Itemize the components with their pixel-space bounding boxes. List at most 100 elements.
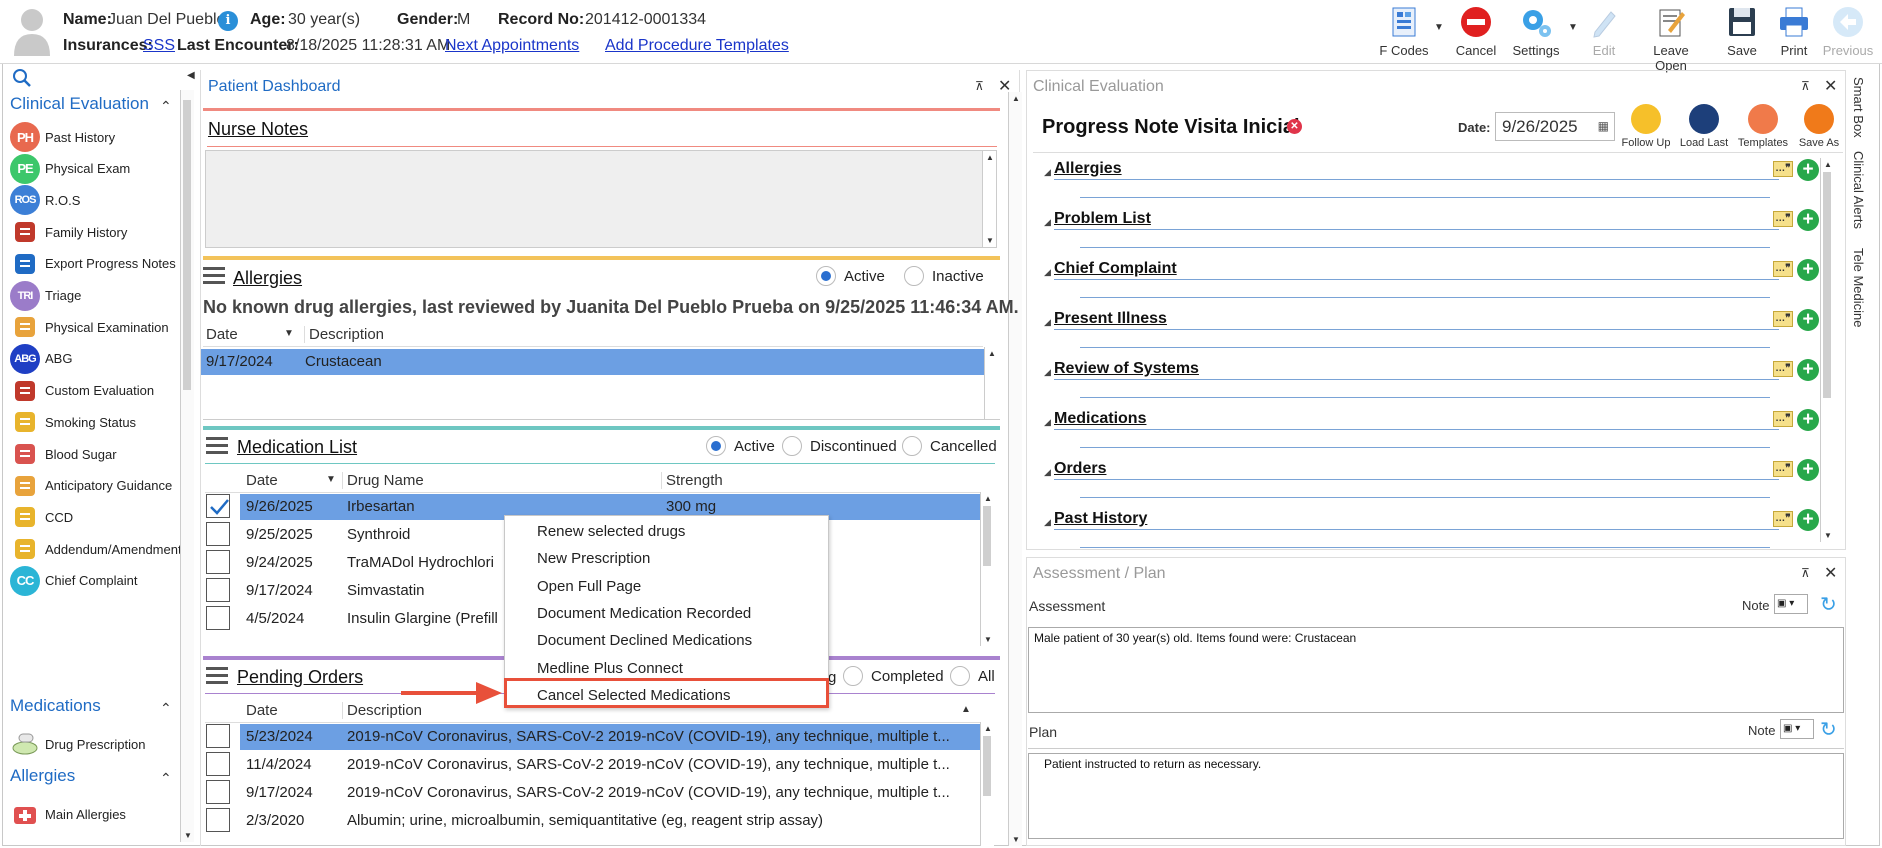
add-icon[interactable]: + <box>1797 159 1819 181</box>
pin-icon[interactable]: ⊼ <box>1801 79 1810 93</box>
sidebar-item-main-allergies[interactable]: Main Allergies <box>10 797 126 831</box>
fcodes-dropdown-icon[interactable]: ▼ <box>1434 22 1444 33</box>
save-as-button[interactable]: Save As <box>1791 104 1847 149</box>
section-title[interactable]: Medications <box>1054 410 1146 428</box>
clinical-evaluation-scrollbar[interactable]: ▲ ▼ <box>1820 158 1834 542</box>
section-orders[interactable]: ◢ Orders <box>1040 457 1779 498</box>
settings-button[interactable]: Settings <box>1505 4 1567 58</box>
quote-icon[interactable]: …❞ <box>1773 411 1793 427</box>
quote-icon[interactable]: …❞ <box>1773 261 1793 277</box>
table-row[interactable]: 11/4/2024 2019-nCoV Coronavirus, SARS-CoV… <box>240 752 980 778</box>
section-title[interactable]: Orders <box>1054 460 1106 478</box>
add-icon[interactable]: + <box>1797 209 1819 231</box>
medication-list-title[interactable]: Medication List <box>237 437 357 458</box>
add-procedure-templates-link[interactable]: Add Procedure Templates <box>605 37 789 55</box>
allergies-menu-icon[interactable] <box>203 267 225 285</box>
section-present-illness[interactable]: ◢ Present Illness <box>1040 307 1779 348</box>
pin-icon[interactable]: ⊼ <box>975 79 984 93</box>
section-title[interactable]: Problem List <box>1054 210 1151 228</box>
date-field[interactable]: 9/26/2025 ▦ <box>1495 112 1615 141</box>
leave-open-button[interactable]: Leave Open <box>1640 4 1702 73</box>
expand-triangle-icon[interactable]: ◢ <box>1044 267 1051 278</box>
menu-item-document-medication-recorded[interactable]: Document Medication Recorded <box>537 605 751 622</box>
dashboard-scrollbar[interactable]: ▲ ▼ <box>1008 92 1022 846</box>
quote-icon[interactable]: …❞ <box>1773 511 1793 527</box>
sidebar-item-physical-exam[interactable]: PE Physical Exam <box>10 152 130 186</box>
sidebar-item-family-history[interactable]: Family History <box>10 215 127 249</box>
column-header[interactable]: Strength <box>661 472 723 489</box>
menu-item-renew-selected-drugs[interactable]: Renew selected drugs <box>537 523 685 540</box>
allergies-title[interactable]: Allergies <box>233 268 302 289</box>
sidebar-item-custom-evaluation[interactable]: Custom Evaluation <box>10 374 154 408</box>
add-icon[interactable]: + <box>1797 359 1819 381</box>
search-icon[interactable] <box>12 68 32 88</box>
info-icon[interactable]: i <box>218 11 238 31</box>
section-problem-list[interactable]: ◢ Problem List <box>1040 207 1779 248</box>
add-icon[interactable]: + <box>1797 509 1819 531</box>
section-title[interactable]: Allergies <box>1054 160 1122 178</box>
close-icon[interactable]: ✕ <box>1824 76 1837 96</box>
expand-triangle-icon[interactable]: ◢ <box>1044 217 1051 228</box>
add-icon[interactable]: + <box>1797 309 1819 331</box>
side-tab-clinical-alerts[interactable]: Clinical Alerts <box>1851 151 1866 229</box>
med-cancelled-radio[interactable]: Cancelled <box>902 436 997 456</box>
section-title[interactable]: Past History <box>1054 510 1147 528</box>
plan-format-dropdown[interactable]: ▣ ▾ <box>1780 719 1814 739</box>
expand-triangle-icon[interactable]: ◢ <box>1044 417 1051 428</box>
allergy-active-radio[interactable]: Active <box>816 266 885 286</box>
next-appointments-link[interactable]: Next Appointments <box>445 37 579 55</box>
column-header[interactable]: Description <box>304 326 384 343</box>
row-checkbox[interactable] <box>206 606 230 630</box>
sidebar-item-anticipatory-guidance[interactable]: Anticipatory Guidance <box>10 469 172 503</box>
column-header[interactable]: Date <box>206 326 238 343</box>
chevron-up-icon[interactable]: ⌃ <box>160 770 172 787</box>
refresh-icon[interactable]: ↻ <box>1820 717 1837 742</box>
print-button[interactable]: Print <box>1763 4 1825 58</box>
sidebar-item-drug-prescription[interactable]: Drug Prescription <box>10 727 145 761</box>
assessment-textarea[interactable]: Male patient of 30 year(s) old. Items fo… <box>1028 627 1844 713</box>
row-checkbox[interactable] <box>206 808 230 832</box>
column-header[interactable]: Date <box>246 702 278 719</box>
side-tab-smart-box[interactable]: Smart Box <box>1851 77 1866 138</box>
medication-grid-scrollbar[interactable]: ▲ ▼ <box>980 492 994 646</box>
sidebar-item-past-history[interactable]: PH Past History <box>10 120 115 154</box>
sidebar-item-triage[interactable]: TRI Triage <box>10 279 81 313</box>
add-icon[interactable]: + <box>1797 409 1819 431</box>
quote-icon[interactable]: …❞ <box>1773 161 1793 177</box>
menu-item-open-full-page[interactable]: Open Full Page <box>537 578 641 595</box>
med-discontinued-radio[interactable]: Discontinued <box>782 436 897 456</box>
expand-triangle-icon[interactable]: ◢ <box>1044 467 1051 478</box>
calendar-icon[interactable]: ▦ <box>1598 119 1609 133</box>
fcodes-button[interactable]: F Codes <box>1373 4 1435 58</box>
chevron-up-icon[interactable]: ⌃ <box>160 98 172 115</box>
section-review-of-systems[interactable]: ◢ Review of Systems <box>1040 357 1779 398</box>
cancel-button[interactable]: Cancel <box>1445 4 1507 58</box>
expand-triangle-icon[interactable]: ◢ <box>1044 167 1051 178</box>
templates-button[interactable]: Templates <box>1735 104 1791 149</box>
sidebar-scrollbar[interactable]: ▼ <box>180 90 194 842</box>
pending-completed-radio[interactable]: Completed <box>843 666 944 686</box>
table-row[interactable]: 9/17/2024 Crustacean <box>201 349 984 375</box>
load-last-button[interactable]: Load Last <box>1676 104 1732 149</box>
row-checkbox[interactable] <box>206 780 230 804</box>
sidebar-item-blood-sugar[interactable]: Blood Sugar <box>10 437 117 471</box>
sidebar-item-smoking-status[interactable]: Smoking Status <box>10 405 136 439</box>
quote-icon[interactable]: …❞ <box>1773 361 1793 377</box>
section-title[interactable]: Present Illness <box>1054 310 1167 328</box>
section-allergies[interactable]: ◢ Allergies <box>1040 157 1779 198</box>
menu-item-new-prescription[interactable]: New Prescription <box>537 550 650 567</box>
table-row[interactable]: 5/23/2024 2019-nCoV Coronavirus, SARS-CoV… <box>240 724 980 750</box>
quote-icon[interactable]: …❞ <box>1773 311 1793 327</box>
sidebar-item-physical-examination[interactable]: Physical Examination <box>10 310 169 344</box>
column-header[interactable]: Date <box>246 472 278 489</box>
pending-orders-menu-icon[interactable] <box>206 667 228 685</box>
section-past-history[interactable]: ◢ Past History <box>1040 507 1779 548</box>
sort-up-icon[interactable]: ▲ <box>961 704 971 715</box>
sidebar-item-chief-complaint[interactable]: CC Chief Complaint <box>10 564 138 598</box>
note-format-dropdown[interactable]: ▣ ▾ <box>1774 594 1808 614</box>
quote-icon[interactable]: …❞ <box>1773 461 1793 477</box>
sort-down-icon[interactable]: ▼ <box>284 328 294 339</box>
follow-up-button[interactable]: Follow Up <box>1618 104 1674 149</box>
expand-triangle-icon[interactable]: ◢ <box>1044 367 1051 378</box>
row-checkbox[interactable] <box>206 752 230 776</box>
